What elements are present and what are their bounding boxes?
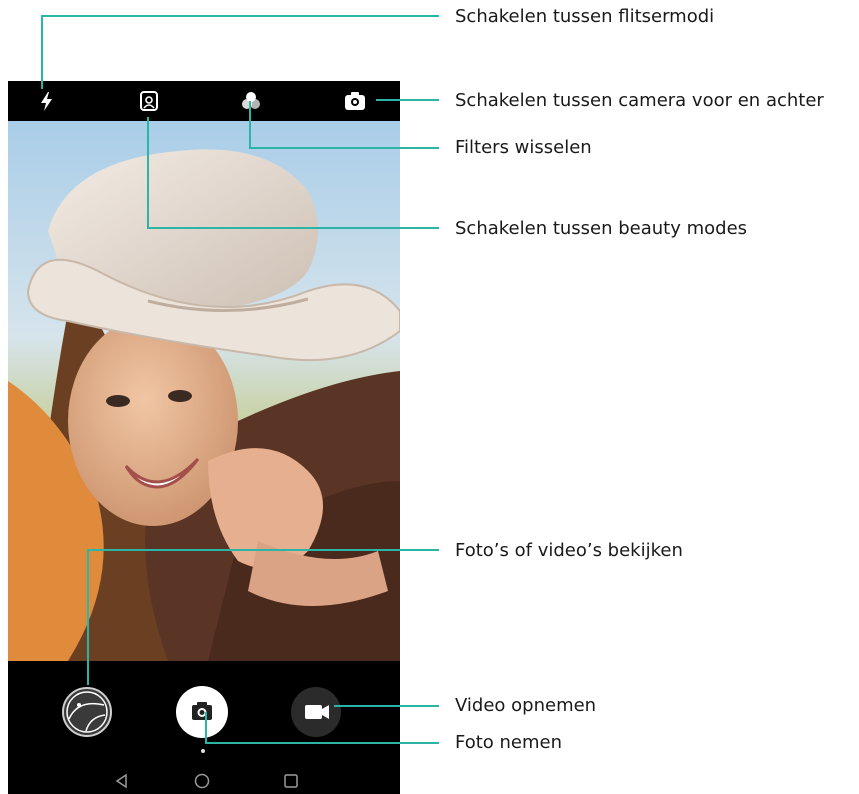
callout-line-beauty-v [147,117,149,228]
shutter-button[interactable] [176,686,228,738]
beauty-mode-icon[interactable] [136,89,162,113]
video-camera-icon [305,705,329,719]
label-flash-modes: Schakelen tussen flitsermodi [455,6,715,27]
callout-line-gallery-h [87,549,439,551]
callout-line-beauty-h [147,227,439,229]
callout-line-photo-v [205,712,207,743]
label-record-video: Video opnemen [455,695,597,716]
back-triangle-icon[interactable] [114,773,130,793]
callout-line-filters-v [249,101,251,148]
label-switch-camera: Schakelen tussen camera voor en achter [455,90,824,111]
label-take-photo: Foto nemen [455,732,563,753]
video-record-button[interactable] [291,687,341,737]
recents-square-icon[interactable] [283,773,299,793]
label-filters: Filters wisselen [455,137,592,158]
callout-line-photo-h [205,742,439,744]
switch-camera-icon[interactable] [342,89,368,113]
home-circle-icon[interactable] [194,773,210,793]
camera-bottom-bar [8,661,400,794]
label-beauty-modes: Schakelen tussen beauty modes [455,218,748,239]
camera-viewfinder[interactable] [8,121,400,661]
filters-icon[interactable] [238,89,264,113]
gallery-thumbnail-icon[interactable] [62,687,112,737]
camera-icon [192,702,212,720]
label-view-gallery: Foto’s of video’s bekijken [455,540,683,561]
callout-line-switch [376,99,439,101]
viewfinder-photo [8,121,400,661]
flash-icon[interactable] [34,89,60,113]
callout-line-filters-h [249,147,439,149]
phone-screen [8,81,400,794]
callout-line-flash-h [41,15,439,17]
camera-top-toolbar [8,81,400,121]
callout-line-video [334,705,439,707]
callout-line-flash [41,15,43,89]
callout-line-gallery-v [87,549,89,685]
mode-indicator-dot [201,749,205,753]
